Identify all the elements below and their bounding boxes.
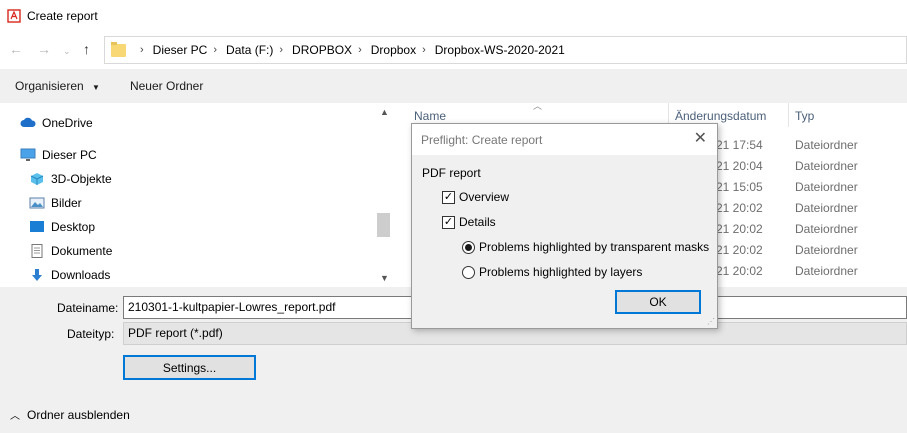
organize-label: Organisieren xyxy=(15,79,84,93)
row-date: 21 15:05 xyxy=(716,180,763,194)
breadcrumb-item[interactable]: Dieser PC xyxy=(153,43,208,57)
settings-button[interactable]: Settings... xyxy=(123,355,256,380)
nav-item-downloads[interactable]: Downloads xyxy=(29,268,110,282)
nav-item-desktop[interactable]: Desktop xyxy=(29,220,95,234)
address-row: ← → ⌄ ↑ › Dieser PC › Data (F:) › DROPBO… xyxy=(0,31,907,69)
recent-dropdown-icon[interactable]: ⌄ xyxy=(63,44,71,58)
address-bar[interactable]: › Dieser PC › Data (F:) › DROPBOX › Drop… xyxy=(104,36,907,64)
row-date: 21 17:54 xyxy=(716,138,763,152)
details-label: Details xyxy=(459,215,496,229)
nav-item-documents[interactable]: Dokumente xyxy=(29,244,112,258)
row-type: Dateiordner xyxy=(795,222,858,236)
chevron-right-icon[interactable]: › xyxy=(422,44,426,56)
sort-arrow-icon: ︿ xyxy=(533,101,543,111)
title-bar: Create report xyxy=(0,0,907,31)
column-header-name[interactable]: Name xyxy=(414,109,446,123)
resize-grip-icon[interactable]: ⋰ xyxy=(707,318,715,326)
filename-label: Dateiname: xyxy=(57,301,119,315)
nav-item-label: Bilder xyxy=(51,196,82,210)
row-type: Dateiordner xyxy=(795,159,858,173)
close-icon[interactable]: ✕ xyxy=(694,131,707,147)
nav-item-label: Downloads xyxy=(51,268,111,282)
filetype-label: Dateityp: xyxy=(67,327,115,341)
row-type: Dateiordner xyxy=(795,243,858,257)
chevron-right-icon[interactable]: › xyxy=(213,44,217,56)
nav-item-3d-objects[interactable]: 3D-Objekte xyxy=(29,172,112,186)
cube-icon xyxy=(29,172,45,186)
dialog-title-bar: Preflight: Create report ✕ xyxy=(412,124,717,155)
chevron-up-icon: ︿ xyxy=(10,411,20,422)
new-folder-button[interactable]: Neuer Ordner xyxy=(130,79,203,93)
nav-item-label: Dieser PC xyxy=(42,148,97,162)
navigation-pane: OneDrive Dieser PC 3D-Objekte Bilder Des… xyxy=(0,103,393,287)
document-icon xyxy=(29,244,45,258)
row-type: Dateiordner xyxy=(795,264,858,278)
column-header-type[interactable]: Typ xyxy=(795,109,814,123)
breadcrumb-item[interactable]: Dropbox-WS-2020-2021 xyxy=(435,43,565,57)
section-label: PDF report xyxy=(422,166,481,180)
chevron-right-icon[interactable]: › xyxy=(140,44,144,56)
row-date: 21 20:02 xyxy=(716,264,763,278)
desktop-icon xyxy=(29,220,45,234)
scroll-down-arrow-icon[interactable]: ▼ xyxy=(380,273,389,283)
forward-arrow-icon[interactable]: → xyxy=(37,42,51,56)
preflight-dialog: Preflight: Create report ✕ PDF report ✓ … xyxy=(411,123,718,329)
row-type: Dateiordner xyxy=(795,180,858,194)
nav-item-label: OneDrive xyxy=(42,116,93,130)
breadcrumb-item[interactable]: Dropbox xyxy=(371,43,416,57)
caret-down-icon: ▼ xyxy=(92,83,100,92)
scrollbar-thumb[interactable] xyxy=(377,213,390,237)
column-header-date[interactable]: Änderungsdatum xyxy=(675,109,766,123)
window-title: Create report xyxy=(27,8,98,23)
radio-selected-icon xyxy=(462,240,475,254)
hide-folders-label: Ordner ausblenden xyxy=(27,407,130,422)
scroll-up-arrow-icon[interactable]: ▲ xyxy=(380,107,389,117)
row-date: 21 20:02 xyxy=(716,243,763,257)
overview-checkbox[interactable]: ✓ Overview xyxy=(442,190,509,204)
dialog-title: Preflight: Create report xyxy=(421,132,543,147)
pdf-app-icon xyxy=(7,8,21,23)
up-arrow-icon[interactable]: ↑ xyxy=(83,42,90,56)
radio-unselected-icon xyxy=(462,265,475,279)
toolbar: Organisieren ▼ Neuer Ordner xyxy=(0,69,907,103)
row-date: 21 20:02 xyxy=(716,222,763,236)
row-date: 21 20:02 xyxy=(716,201,763,215)
back-arrow-icon[interactable]: ← xyxy=(9,42,23,56)
breadcrumb-item[interactable]: DROPBOX xyxy=(292,43,352,57)
radio-layers[interactable]: Problems highlighted by layers xyxy=(462,265,642,279)
row-type: Dateiordner xyxy=(795,201,858,215)
hide-folders-toggle[interactable]: ︿ Ordner ausblenden xyxy=(10,407,130,423)
radio-transparent-masks[interactable]: Problems highlighted by transparent mask… xyxy=(462,240,709,254)
folder-icon xyxy=(111,41,126,57)
row-type: Dateiordner xyxy=(795,138,858,152)
row-date: 21 20:04 xyxy=(716,159,763,173)
nav-item-onedrive[interactable]: OneDrive xyxy=(20,116,93,130)
ok-button[interactable]: OK xyxy=(615,290,701,314)
organize-menu[interactable]: Organisieren ▼ xyxy=(15,79,100,93)
nav-item-label: 3D-Objekte xyxy=(51,172,112,186)
download-arrow-icon xyxy=(29,268,45,282)
chevron-right-icon[interactable]: › xyxy=(358,44,362,56)
radio-masks-label: Problems highlighted by transparent mask… xyxy=(479,240,710,254)
nav-item-label: Desktop xyxy=(51,220,96,234)
checkmark-icon: ✓ xyxy=(442,190,455,204)
chevron-right-icon[interactable]: › xyxy=(279,44,283,56)
column-divider[interactable] xyxy=(788,103,789,127)
cloud-icon xyxy=(20,116,36,130)
details-checkbox[interactable]: ✓ Details xyxy=(442,215,496,229)
nav-item-pictures[interactable]: Bilder xyxy=(29,196,82,210)
checkmark-icon: ✓ xyxy=(442,215,455,229)
breadcrumb-item[interactable]: Data (F:) xyxy=(226,43,273,57)
nav-item-this-pc[interactable]: Dieser PC xyxy=(20,148,97,162)
picture-icon xyxy=(29,196,45,210)
computer-icon xyxy=(20,148,36,162)
nav-item-label: Dokumente xyxy=(51,244,113,258)
overview-label: Overview xyxy=(459,190,510,204)
radio-layers-label: Problems highlighted by layers xyxy=(479,265,643,279)
